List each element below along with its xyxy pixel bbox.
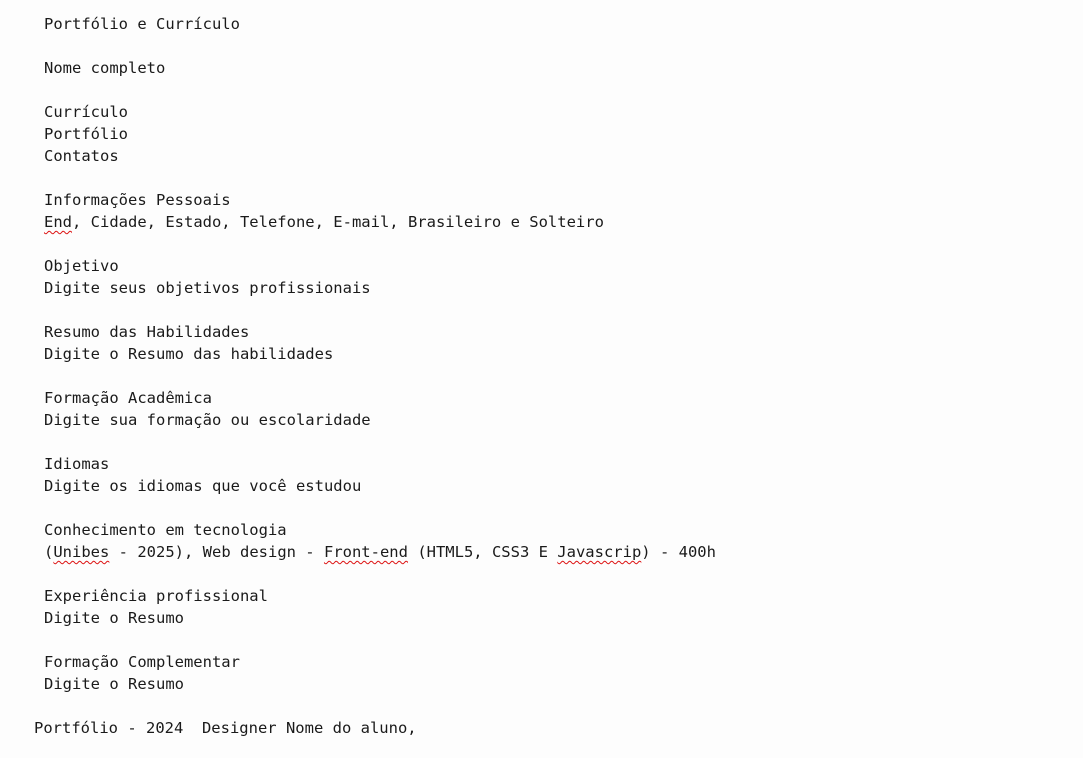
document-title: Portfólio e Currículo — [44, 15, 240, 33]
misspelled-word: Unibes — [53, 543, 110, 561]
personal-details-text: , Cidade, Estado, Telefone, E-mail, Bras… — [72, 213, 604, 231]
section-heading-objective: Objetivo — [44, 257, 119, 275]
full-name: Nome completo — [44, 59, 166, 77]
section-text-skills: Digite o Resumo das habilidades — [44, 345, 334, 363]
section-text-education: Digite sua formação ou escolaridade — [44, 411, 371, 429]
footer-text: Portfólio - 2024 Designer Nome do aluno, — [34, 719, 417, 737]
tech-text-part: ) - 400h — [641, 543, 716, 561]
section-heading-complementary: Formação Complementar — [44, 653, 240, 671]
section-heading-education: Formação Acadêmica — [44, 389, 212, 407]
section-heading-personal: Informações Pessoais — [44, 191, 231, 209]
section-text-tech: (Unibes - 2025), Web design - Front-end … — [44, 541, 716, 563]
tech-text-part: ( — [44, 543, 54, 561]
section-heading-tech: Conhecimento em tecnologia — [44, 521, 287, 539]
misspelled-word: Front-end — [323, 543, 408, 561]
nav-item-portfolio: Portfólio — [44, 125, 128, 143]
section-text-experience: Digite o Resumo — [44, 609, 184, 627]
section-text-objective: Digite seus objetivos profissionais — [44, 279, 371, 297]
section-heading-skills: Resumo das Habilidades — [44, 323, 250, 341]
section-heading-experience: Experiência profissional — [44, 587, 268, 605]
section-text-personal: End, Cidade, Estado, Telefone, E-mail, B… — [44, 211, 604, 233]
nav-item-contatos: Contatos — [44, 147, 119, 165]
nav-item-curriculo: Currículo — [44, 103, 128, 121]
tech-text-part: (HTML5, CSS3 E — [407, 543, 558, 561]
section-heading-languages: Idiomas — [44, 455, 110, 473]
text-editor-area[interactable]: Portfólio e Currículo Nome completo Curr… — [0, 0, 1083, 758]
section-text-languages: Digite os idiomas que você estudou — [44, 477, 362, 495]
misspelled-word: End — [44, 213, 72, 231]
section-text-complementary: Digite o Resumo — [44, 675, 184, 693]
misspelled-word: Javascrip — [557, 543, 642, 561]
tech-text-part: - 2025), Web design - — [109, 543, 324, 561]
